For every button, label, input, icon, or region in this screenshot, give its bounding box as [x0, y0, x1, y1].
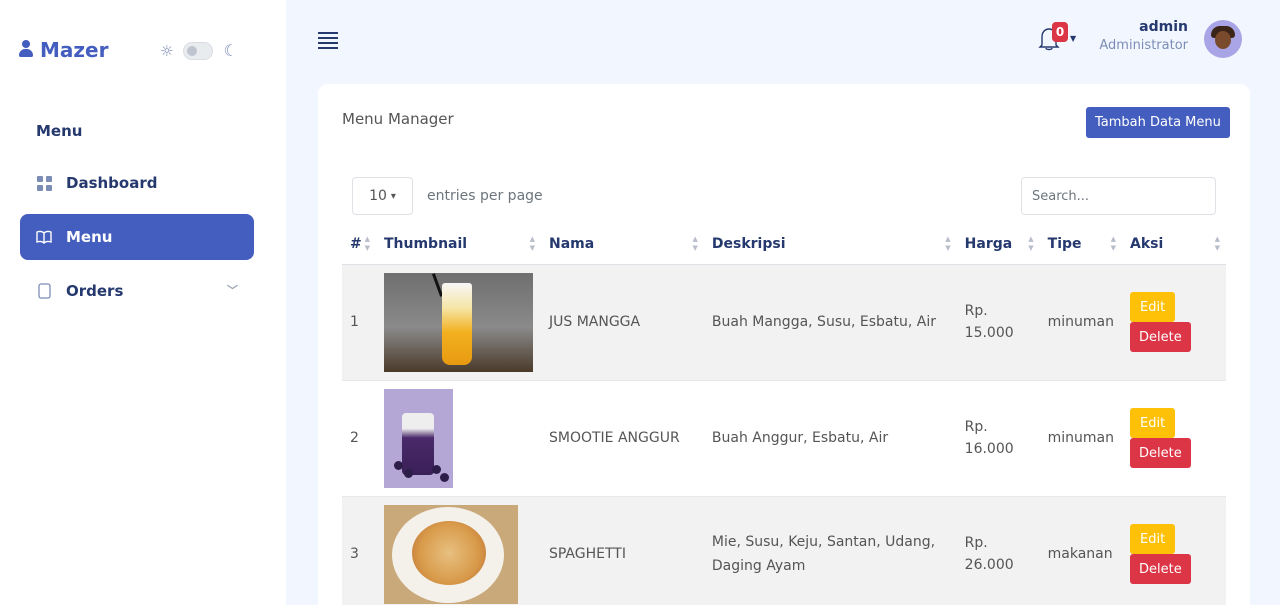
search-input[interactable]: [1021, 177, 1216, 215]
table-row: 1 JUS MANGGA Buah Mangga, Susu, Esbatu, …: [342, 264, 1226, 380]
notification-button[interactable]: 0: [1038, 22, 1068, 54]
row-number: 2: [350, 430, 359, 446]
sidebar-section-title: Menu: [36, 122, 83, 140]
thumbnail-image: [383, 388, 453, 488]
column-header-harga[interactable]: Harga ▲ ▼: [956, 225, 1040, 265]
theme-switcher: ☼ ☾: [160, 42, 238, 60]
sun-icon: ☼: [160, 41, 174, 60]
column-header-thumbnail[interactable]: Thumbnail ▲ ▼: [375, 225, 541, 265]
user-info[interactable]: admin Administrator: [1099, 19, 1188, 53]
document-icon: [36, 283, 52, 299]
thumbnail-image: [383, 272, 533, 372]
table-header-row: # ▲ ▼ Thumbnail ▲ ▼ Nama ▲ ▼ Deskripsi ▲ ▼ Harga…: [342, 225, 1226, 265]
brand[interactable]: Mazer: [18, 38, 108, 62]
menu-name: SPAGHETTI: [540, 496, 704, 605]
menu-description: Buah Anggur, Esbatu, Air: [711, 430, 889, 446]
moon-icon: ☾: [223, 41, 238, 60]
sidebar-item-menu[interactable]: Menu: [20, 214, 254, 260]
column-header-aksi[interactable]: Aksi ▲ ▼: [1122, 225, 1226, 265]
sort-icon: ▲ ▼: [692, 235, 698, 252]
menu-name: SMOOTIE ANGGUR: [548, 430, 680, 446]
hamburger-menu-button[interactable]: [318, 32, 338, 50]
sort-icon: ▲ ▼: [1028, 235, 1034, 252]
entries-label: entries per page: [427, 188, 543, 204]
thumbnail-image: [383, 504, 518, 604]
card-title: Menu Manager: [342, 110, 454, 128]
sidebar-item-orders[interactable]: Orders ﹀: [20, 268, 254, 314]
delete-button[interactable]: Delete: [1130, 438, 1191, 468]
menu-table: # ▲ ▼ Thumbnail ▲ ▼ Nama ▲ ▼ Deskripsi ▲ ▼ Harga…: [342, 225, 1226, 605]
edit-button[interactable]: Edit: [1130, 524, 1176, 554]
menu-name: JUS MANGGA: [540, 264, 704, 380]
entries-value: 10: [369, 188, 387, 204]
row-number: 1: [342, 264, 376, 380]
sort-icon: ▲ ▼: [1214, 235, 1220, 252]
user-role: Administrator: [1099, 38, 1188, 53]
notification-count-badge: 0: [1052, 22, 1068, 42]
add-menu-button[interactable]: Tambah Data Menu: [1086, 107, 1230, 138]
table-row: 2 SMOOTIE ANGGUR Buah Anggur, Esbatu, Ai…: [342, 380, 1226, 496]
sort-icon: ▲ ▼: [529, 235, 535, 252]
sidebar-item-label: Orders: [66, 282, 124, 300]
sort-icon: ▲ ▼: [364, 235, 370, 252]
column-header-no[interactable]: # ▲ ▼: [342, 225, 376, 265]
edit-button[interactable]: Edit: [1130, 292, 1176, 322]
sort-icon: ▲ ▼: [945, 235, 951, 252]
delete-button[interactable]: Delete: [1130, 322, 1191, 352]
menu-manager-card: Menu Manager Tambah Data Menu 10 ▾ entri…: [318, 84, 1250, 605]
caret-down-icon: ▼: [1070, 34, 1077, 43]
menu-price: Rp. 26.000: [956, 496, 1040, 605]
menu-type: minuman: [1039, 264, 1123, 380]
avatar[interactable]: [1204, 20, 1242, 58]
delete-button[interactable]: Delete: [1130, 554, 1191, 584]
table-row: 3 SPAGHETTI Mie, Susu, Keju, Santan, Uda…: [342, 496, 1226, 605]
entries-per-page-select[interactable]: 10 ▾: [352, 177, 413, 215]
theme-toggle[interactable]: [183, 42, 214, 60]
menu-price: Rp. 16.000: [964, 419, 1014, 457]
menu-description: Mie, Susu, Keju, Santan, Udang, Daging A…: [703, 496, 957, 605]
book-icon: [36, 229, 52, 245]
person-icon: [18, 38, 34, 62]
column-header-deskripsi[interactable]: Deskripsi ▲ ▼: [703, 225, 957, 265]
user-name: admin: [1139, 19, 1188, 35]
column-header-nama[interactable]: Nama ▲ ▼: [540, 225, 704, 265]
chevron-down-icon: ▾: [390, 190, 396, 202]
sidebar: Mazer ☼ ☾ Menu Dashboard Menu Orders ﹀: [0, 0, 286, 605]
brand-name: Mazer: [40, 38, 109, 62]
edit-button[interactable]: Edit: [1130, 408, 1176, 438]
entries-control: 10 ▾ entries per page: [352, 177, 543, 215]
sort-icon: ▲ ▼: [1110, 235, 1117, 252]
chevron-down-icon: ﹀: [227, 284, 238, 297]
sidebar-item-label: Menu: [66, 228, 113, 246]
menu-description: Buah Mangga, Susu, Esbatu, Air: [703, 264, 957, 380]
sidebar-item-dashboard[interactable]: Dashboard: [20, 160, 254, 206]
column-header-tipe[interactable]: Tipe ▲ ▼: [1039, 225, 1123, 265]
menu-price: Rp. 15.000: [956, 264, 1040, 380]
sidebar-item-label: Dashboard: [66, 174, 158, 192]
menu-type: makanan: [1039, 496, 1123, 605]
grid-icon: [36, 175, 52, 191]
menu-type: minuman: [1047, 430, 1115, 446]
row-number: 3: [342, 496, 376, 605]
